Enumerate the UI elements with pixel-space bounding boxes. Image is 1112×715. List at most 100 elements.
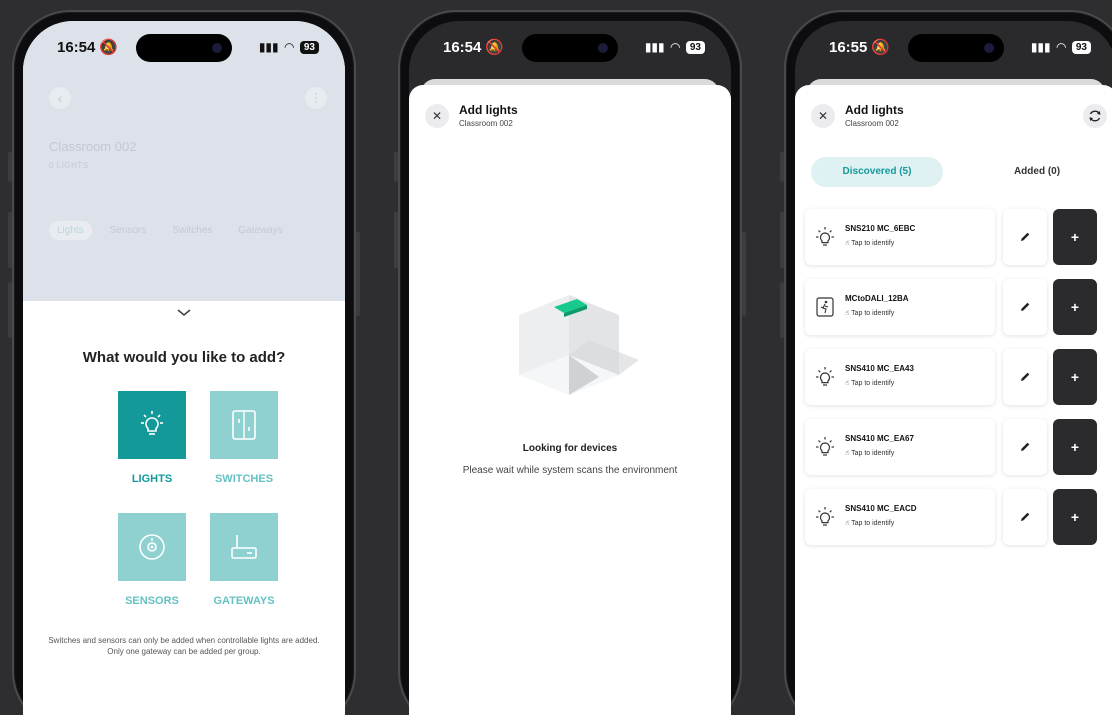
tap-hand-icon: ☝ [845, 310, 850, 317]
identify-hint[interactable]: ☝ Tap to identify [845, 239, 894, 247]
light-count: 0 LIGHTS [49, 161, 89, 170]
bulb-icon [816, 507, 834, 526]
identify-hint-text: Tap to identify [851, 450, 895, 457]
signal-icon: ▮▮▮ [644, 40, 665, 54]
tap-hand-icon: ☝ [845, 520, 850, 527]
dynamic-island [522, 34, 618, 62]
tab-sensors[interactable]: Sensors [102, 221, 155, 240]
add-type-sheet: What would you like to add? LIGHTS SWITC… [23, 301, 345, 715]
device-row: SNS410 MC_EA67 ☝ Tap to identify + [805, 419, 1112, 475]
switches-label: SWITCHES [214, 473, 274, 485]
bulb-icon [141, 411, 163, 435]
pencil-icon [1021, 512, 1030, 521]
switches-tile[interactable] [210, 391, 278, 459]
side-button [742, 232, 746, 316]
edit-device-button[interactable] [1003, 349, 1047, 405]
identify-hint-text: Tap to identify [851, 240, 895, 247]
scanning-box-illustration [519, 295, 639, 395]
add-restriction-note: Switches and sensors can only be added w… [48, 636, 320, 656]
sheet-title: Add lights [845, 103, 904, 117]
edit-device-button[interactable] [1003, 209, 1047, 265]
tab-gateways[interactable]: Gateways [230, 221, 290, 240]
bulb-icon [816, 367, 834, 386]
device-card[interactable]: MCtoDALI_12BA ☝ Tap to identify [805, 279, 995, 335]
switch-icon [232, 410, 256, 440]
device-row: MCtoDALI_12BA ☝ Tap to identify + [805, 279, 1112, 335]
battery-indicator: 93 [1071, 40, 1091, 54]
device-card[interactable]: SNS410 MC_EACD ☝ Tap to identify [805, 489, 995, 545]
wifi-icon: ◠ [670, 40, 680, 54]
identify-hint-text: Tap to identify [851, 310, 895, 317]
status-time: 16:54 [443, 38, 482, 56]
side-button [8, 212, 12, 268]
add-device-button[interactable]: + [1053, 419, 1097, 475]
dynamic-island [908, 34, 1004, 62]
dynamic-island [136, 34, 232, 62]
add-lights-sheet: ✕ Add lights Classroom 002 Looking for d… [409, 85, 731, 715]
status-time: 16:54 [57, 38, 96, 56]
identify-hint[interactable]: ☝ Tap to identify [845, 379, 894, 387]
identify-hint[interactable]: ☝ Tap to identify [845, 309, 894, 317]
edit-device-button[interactable] [1003, 489, 1047, 545]
wifi-icon: ◠ [1056, 40, 1066, 54]
tab-switches[interactable]: Switches [164, 221, 220, 240]
sheet-subtitle: Classroom 002 [845, 119, 899, 128]
battery-indicator: 93 [299, 40, 319, 54]
tab-added[interactable]: Added (0) [977, 157, 1097, 187]
device-row: SNS410 MC_EA43 ☝ Tap to identify + [805, 349, 1112, 405]
gateways-label: GATEWAYS [213, 595, 275, 607]
add-lights-sheet: ✕ Add lights Classroom 002 Discovered (5… [795, 85, 1112, 715]
sensor-icon [139, 534, 165, 560]
phone-scanning-screen: 16:54 🔕 ▮▮▮ ◠ 93 ✕ Add lights Classroom 002… [394, 10, 746, 715]
device-card[interactable]: SNS410 MC_EA43 ☝ Tap to identify [805, 349, 995, 405]
device-card[interactable]: SNS210 MC_6EBC ☝ Tap to identify [805, 209, 995, 265]
identify-hint-text: Tap to identify [851, 380, 895, 387]
tab-lights[interactable]: Lights [49, 221, 92, 240]
side-button [780, 152, 784, 182]
sheet-title: What would you like to add? [82, 349, 286, 366]
gateways-tile[interactable] [210, 513, 278, 581]
bulb-icon [813, 225, 837, 249]
add-device-button[interactable]: + [1053, 349, 1097, 405]
room-title: Classroom 002 [49, 139, 137, 154]
signal-icon: ▮▮▮ [258, 40, 279, 54]
edit-device-button[interactable] [1003, 419, 1047, 475]
close-icon[interactable]: ✕ [811, 104, 835, 128]
pencil-icon [1021, 372, 1030, 381]
tab-discovered[interactable]: Discovered (5) [811, 157, 943, 187]
refresh-icon [1089, 110, 1101, 122]
signal-icon: ▮▮▮ [1030, 40, 1051, 54]
close-icon[interactable]: ✕ [425, 104, 449, 128]
side-button [394, 152, 398, 182]
bell-muted-icon: 🔕 [871, 39, 891, 56]
lights-tile[interactable] [118, 391, 186, 459]
add-device-button[interactable]: + [1053, 209, 1097, 265]
more-icon[interactable]: ⋮ [305, 87, 327, 109]
room-tabs: Lights Sensors Switches Gateways [49, 221, 291, 240]
identify-hint[interactable]: ☝ Tap to identify [845, 519, 894, 527]
tap-hand-icon: ☝ [845, 240, 850, 247]
add-device-button[interactable]: + [1053, 489, 1097, 545]
device-row: SNS210 MC_6EBC ☝ Tap to identify + [805, 209, 1112, 265]
side-button [394, 212, 398, 268]
edit-device-button[interactable] [1003, 279, 1047, 335]
exit-sign-icon [816, 297, 834, 317]
scan-message: Please wait while system scans the envir… [462, 465, 678, 476]
bulb-icon [813, 505, 837, 529]
tap-hand-icon: ☝ [845, 450, 850, 457]
pencil-icon [1021, 232, 1030, 241]
back-icon[interactable]: ‹ [49, 87, 71, 109]
chevron-down-icon[interactable] [176, 305, 192, 317]
device-name: SNS410 MC_EA67 [845, 434, 914, 443]
bulb-icon [813, 435, 837, 459]
device-card[interactable]: SNS410 MC_EA67 ☝ Tap to identify [805, 419, 995, 475]
side-button [8, 152, 12, 182]
identify-hint[interactable]: ☝ Tap to identify [845, 449, 894, 457]
device-name: MCtoDALI_12BA [845, 294, 909, 303]
phone-add-type-screen: 16:54 🔕 ▮▮▮ ◠ 93 ‹ ⋮ Classroom 002 0 LIGHTS… [8, 10, 360, 715]
device-row: SNS410 MC_EACD ☝ Tap to identify + [805, 489, 1112, 545]
status-time: 16:55 [829, 38, 868, 56]
add-device-button[interactable]: + [1053, 279, 1097, 335]
refresh-button[interactable] [1083, 104, 1107, 128]
sensors-tile[interactable] [118, 513, 186, 581]
